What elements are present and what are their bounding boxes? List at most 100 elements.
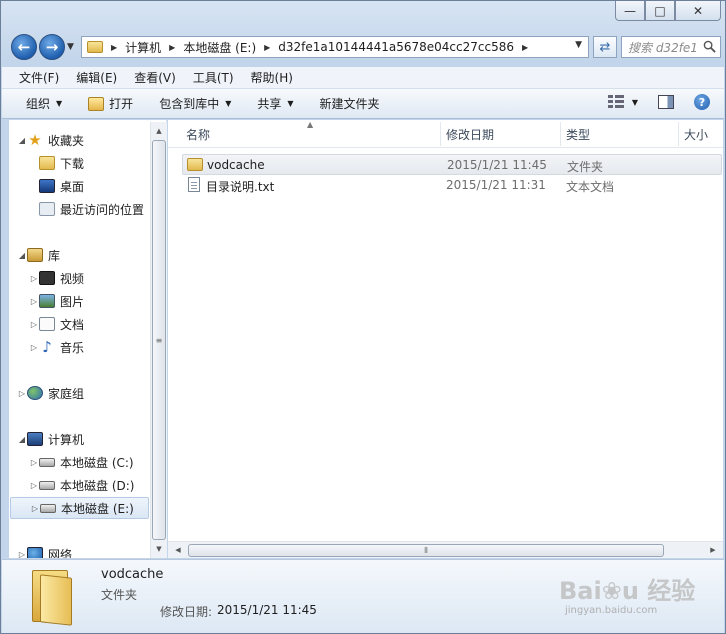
column-size[interactable]: 大小 [684, 126, 708, 143]
collapsed-arrow-icon[interactable]: ▷ [30, 504, 40, 513]
view-options-dropdown[interactable]: ▼ [632, 98, 638, 107]
search-box[interactable]: 搜索 d32fe1a10144441a5678e04cc27cc586 [621, 36, 721, 58]
nav-pane-scrollbar[interactable]: ▲ ≡ ▼ [150, 122, 167, 558]
scroll-down-arrow-icon[interactable]: ▼ [151, 541, 167, 557]
expanded-arrow-icon[interactable]: ◢ [17, 136, 27, 145]
collapsed-arrow-icon[interactable]: ▷ [17, 550, 27, 559]
library-icon [27, 248, 43, 262]
refresh-icon: ⇄ [599, 39, 611, 55]
collapsed-arrow-icon[interactable]: ▷ [29, 458, 39, 467]
sidebar-item-drive-d[interactable]: ▷ 本地磁盘 (D:) [29, 474, 135, 496]
scroll-thumb[interactable]: ≡ [152, 140, 166, 540]
menu-file[interactable]: 文件(F) [19, 69, 59, 86]
expanded-arrow-icon[interactable]: ◢ [17, 435, 27, 444]
collapsed-arrow-icon[interactable]: ▷ [17, 389, 27, 398]
sidebar-item-drive-e[interactable]: ▷ 本地磁盘 (E:) [10, 497, 149, 519]
breadcrumb-drive-e[interactable]: 本地磁盘 (E:) [183, 39, 256, 56]
menu-tools[interactable]: 工具(T) [193, 69, 234, 86]
sidebar-item-recent-places[interactable]: 最近访问的位置 [39, 198, 144, 220]
column-divider[interactable] [560, 122, 561, 146]
column-modified[interactable]: 修改日期 [446, 126, 494, 143]
collapsed-arrow-icon[interactable]: ▷ [29, 481, 39, 490]
breadcrumb-separator[interactable]: ▶ [522, 43, 528, 52]
sidebar-item-documents[interactable]: ▷ 文档 [29, 313, 84, 335]
collapsed-arrow-icon[interactable]: ▷ [29, 343, 39, 352]
search-input[interactable]: 搜索 d32fe1a10144441a5678e04cc27cc586 [628, 39, 698, 56]
address-bar[interactable]: ▶ 计算机 ▶ 本地磁盘 (E:) ▶ d32fe1a10144441a5678… [81, 36, 589, 58]
open-button[interactable]: 打开 [88, 95, 133, 112]
close-button[interactable]: ✕ [675, 1, 721, 21]
new-folder-button[interactable]: 新建文件夹 [320, 95, 380, 112]
sidebar-item-pictures[interactable]: ▷ 图片 [29, 290, 84, 312]
video-icon [39, 271, 55, 285]
forward-arrow-icon: → [45, 38, 59, 56]
breadcrumb-current-folder[interactable]: d32fe1a10144441a5678e04cc27cc586 [278, 40, 514, 54]
change-view-icon[interactable] [607, 95, 624, 109]
menu-edit[interactable]: 编辑(E) [76, 69, 117, 86]
share-button[interactable]: 共享 ▼ [257, 95, 293, 112]
breadcrumb-separator[interactable]: ▶ [264, 43, 270, 52]
recent-pages-dropdown[interactable]: ▼ [67, 42, 74, 52]
sidebar-item-videos[interactable]: ▷ 视频 [29, 267, 84, 289]
collapsed-arrow-icon[interactable]: ▷ [29, 274, 39, 283]
breadcrumb-separator[interactable]: ▶ [169, 43, 175, 52]
sidebar-label: 图片 [60, 294, 85, 309]
file-row-folder[interactable]: vodcache 2015/1/21 11:45 文件夹 [182, 154, 722, 175]
column-name[interactable]: 名称 [186, 126, 210, 143]
sidebar-item-libraries[interactable]: ◢ 库 [17, 244, 60, 266]
details-modified-label: 修改日期: [160, 605, 213, 619]
back-arrow-icon: ← [17, 38, 31, 56]
expanded-arrow-icon[interactable]: ◢ [17, 251, 27, 260]
back-button[interactable]: ← [11, 34, 37, 60]
chevron-down-icon: ▼ [56, 99, 63, 108]
refresh-button[interactable]: ⇄ [593, 36, 617, 58]
watermark-url: jingyan.baidu.com [565, 605, 658, 616]
details-type: 文件夹 [101, 588, 138, 602]
menu-help[interactable]: 帮助(H) [251, 69, 293, 86]
address-history-dropdown[interactable]: ▼ [575, 40, 582, 50]
scroll-right-arrow-icon[interactable]: ▶ [705, 542, 721, 558]
text-file-icon [188, 177, 200, 192]
scroll-up-arrow-icon[interactable]: ▲ [151, 123, 167, 139]
desktop-icon [39, 179, 55, 193]
sidebar-item-computer[interactable]: ◢ 计算机 [17, 428, 84, 450]
organize-button[interactable]: 组织 ▼ [26, 95, 62, 112]
sidebar-label: 桌面 [60, 179, 85, 194]
include-in-library-button[interactable]: 包含到库中 ▼ [159, 95, 231, 112]
minimize-button[interactable]: — [615, 1, 645, 21]
sidebar-label: 本地磁盘 (D:) [60, 478, 135, 493]
sidebar-item-music[interactable]: ▷ ♪ 音乐 [29, 336, 84, 358]
sidebar-label: 计算机 [48, 432, 85, 447]
search-icon [703, 40, 716, 53]
baidu-jingyan-watermark: Bai❀u 经验 jingyan.baidu.com [559, 571, 719, 621]
sidebar-item-drive-c[interactable]: ▷ 本地磁盘 (C:) [29, 451, 134, 473]
file-modified: 2015/1/21 11:45 [447, 158, 547, 172]
column-divider[interactable] [440, 122, 441, 146]
column-type[interactable]: 类型 [566, 126, 590, 143]
sidebar-item-homegroup[interactable]: ▷ 家庭组 [17, 382, 84, 404]
drive-icon [40, 503, 56, 513]
sidebar-item-favorites[interactable]: ◢ ★ 收藏夹 [17, 129, 84, 151]
collapsed-arrow-icon[interactable]: ▷ [29, 320, 39, 329]
scroll-thumb[interactable]: ⦀ [188, 544, 664, 557]
column-divider[interactable] [678, 122, 679, 146]
share-label: 共享 [257, 97, 282, 111]
sidebar-item-desktop[interactable]: 桌面 [39, 175, 84, 197]
forward-button[interactable]: → [39, 34, 65, 60]
sidebar-label: 库 [48, 248, 61, 263]
sidebar-item-network[interactable]: ▷ 网络 [17, 543, 72, 558]
collapsed-arrow-icon[interactable]: ▷ [29, 297, 39, 306]
file-list: ▲ 名称 修改日期 类型 大小 vodcache 2015/1/21 11:45… [168, 120, 723, 558]
breadcrumb-computer[interactable]: 计算机 [125, 39, 161, 56]
navigation-pane: ◢ ★ 收藏夹 下载 桌面 最近访问的位置 ◢ 库 ▷ 视频 ▷ 图片 ▷ 文档… [9, 120, 167, 558]
scroll-left-arrow-icon[interactable]: ◀ [170, 542, 186, 558]
open-folder-icon [88, 96, 105, 111]
help-icon[interactable]: ? [694, 94, 710, 110]
breadcrumb-separator[interactable]: ▶ [111, 43, 117, 52]
file-list-horizontal-scrollbar[interactable]: ◀ ⦀ ▶ [168, 541, 723, 558]
preview-pane-icon[interactable] [658, 95, 674, 109]
file-row-text[interactable]: 目录说明.txt 2015/1/21 11:31 文本文档 [182, 175, 722, 196]
maximize-button[interactable]: □ [645, 1, 675, 21]
menu-view[interactable]: 查看(V) [134, 69, 176, 86]
sidebar-item-downloads[interactable]: 下载 [39, 152, 84, 174]
